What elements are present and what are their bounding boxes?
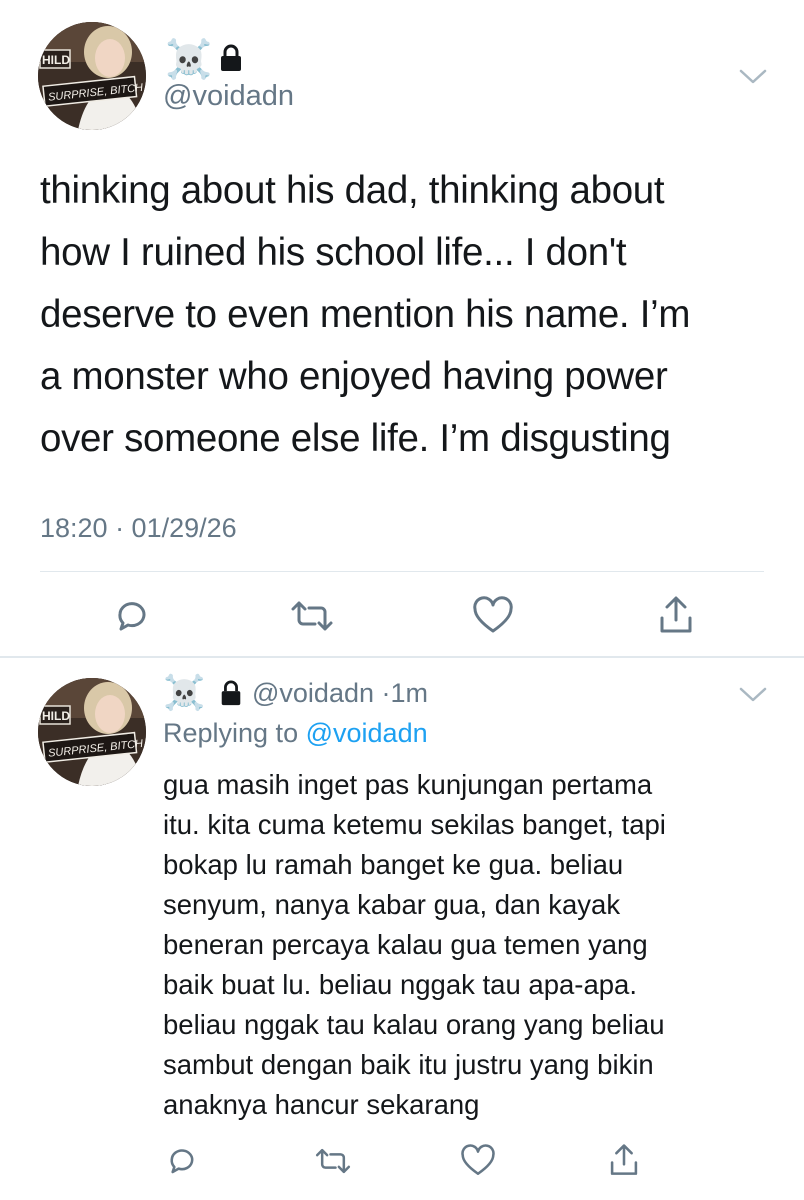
display-name-emoji: ☠️ xyxy=(165,37,213,81)
like-button[interactable] xyxy=(460,1144,496,1178)
timestamp[interactable]: 18:20 · 01/29/26 xyxy=(40,513,237,544)
share-icon xyxy=(660,596,692,633)
tweet-text-line: over someone else life. I’m disgusting xyxy=(40,417,671,460)
reply-text-line: itu. kita cuma ketemu sekilas banget, ta… xyxy=(163,809,666,840)
replying-to: Replying to @voidadn xyxy=(163,718,428,749)
tweet-text-line: a monster who enjoyed having power xyxy=(40,355,668,398)
like-button[interactable] xyxy=(472,596,514,636)
separator: · xyxy=(381,678,391,708)
reply-text-line: beneran percaya kalau gua temen yang xyxy=(163,929,648,960)
reply-text: gua masih inget pas kunjungan pertama it… xyxy=(163,765,783,1125)
retweet-icon xyxy=(315,1148,351,1174)
lock-icon xyxy=(220,680,242,706)
retweet-button[interactable] xyxy=(289,598,335,634)
share-icon xyxy=(610,1144,638,1175)
reply-button[interactable] xyxy=(165,1144,199,1178)
reply-text-line: baik buat lu. beliau nggak tau apa-apa. xyxy=(163,969,637,1000)
like-icon xyxy=(461,1144,495,1176)
like-icon xyxy=(473,596,513,633)
reply-text-line: beliau nggak tau kalau orang yang beliau xyxy=(163,1009,665,1040)
retweet-icon xyxy=(291,601,333,631)
tweet-text-line: deserve to even mention his name. I’m xyxy=(40,293,691,336)
handle[interactable]: @voidadn xyxy=(252,678,374,708)
avatar[interactable]: HILD SURPRISE, BITCH xyxy=(38,22,146,130)
tweet-text-line: how I ruined his school life... I don't xyxy=(40,231,627,274)
avatar-sign-top: HILD xyxy=(42,709,70,723)
reply-text-line: senyum, nanya kabar gua, dan kayak xyxy=(163,889,621,920)
display-name-emoji: ☠️ xyxy=(163,673,206,713)
tweet-text: thinking about his dad, thinking about h… xyxy=(40,160,780,470)
reply-text-line: bokap lu ramah banget ke gua. beliau xyxy=(163,849,624,880)
lock-icon xyxy=(220,44,242,72)
replying-to-mention[interactable]: @voidadn xyxy=(306,718,428,748)
chevron-down-icon[interactable] xyxy=(738,686,768,704)
relative-time[interactable]: 1m xyxy=(391,678,429,708)
reply-text-line: anaknya hancur sekarang xyxy=(163,1089,480,1120)
share-button[interactable] xyxy=(607,1142,641,1178)
tweet-text-line: thinking about his dad, thinking about xyxy=(40,169,665,212)
chevron-down-icon[interactable] xyxy=(738,68,768,86)
reply-text-line: sambut dengan baik itu justru yang bikin xyxy=(163,1049,654,1080)
reply-text-line: gua masih inget pas kunjungan pertama xyxy=(163,769,653,800)
avatar[interactable]: HILD SURPRISE, BITCH xyxy=(38,678,146,786)
reply-icon xyxy=(118,602,146,631)
avatar-sign-top: HILD xyxy=(42,53,70,67)
divider xyxy=(40,571,764,572)
avatar-photo: HILD SURPRISE, BITCH xyxy=(38,22,146,130)
avatar-photo: HILD SURPRISE, BITCH xyxy=(38,678,146,786)
main-tweet: HILD SURPRISE, BITCH ☠️ @voidadn thinkin… xyxy=(0,0,804,656)
handle[interactable]: @voidadn xyxy=(163,80,294,113)
retweet-button[interactable] xyxy=(313,1146,353,1176)
reply-button[interactable] xyxy=(112,596,152,636)
replying-to-label: Replying to xyxy=(163,718,299,748)
share-button[interactable] xyxy=(656,594,696,636)
reply-tweet: HILD SURPRISE, BITCH ☠️ @voidadn ·1m Rep… xyxy=(0,658,804,1200)
reply-meta: @voidadn ·1m xyxy=(252,678,428,709)
reply-icon xyxy=(170,1149,194,1174)
